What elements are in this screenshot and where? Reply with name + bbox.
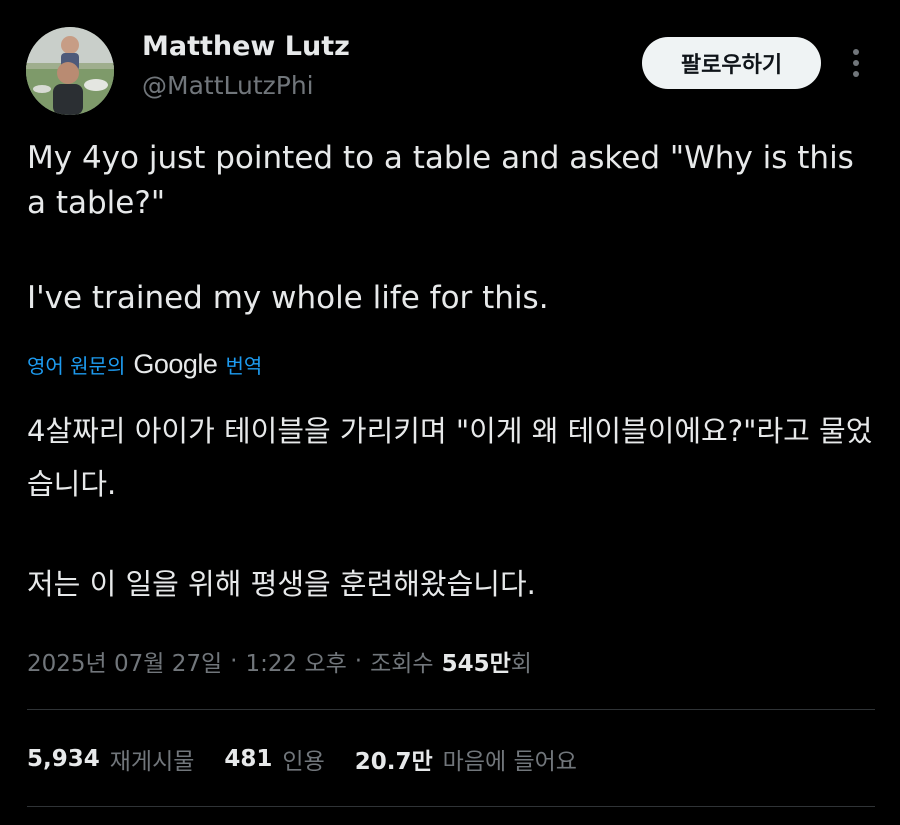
likes-count: 20.7만	[354, 749, 433, 775]
translated-paragraph: 4살짜리 아이가 테이블을 가리키며 "이게 왜 테이블이에요?"라고 물었습니…	[27, 414, 873, 501]
likes-label: 마음에 들어요	[442, 749, 577, 775]
reposts-label: 재게시물	[109, 749, 195, 775]
views-label: 조회수	[370, 651, 434, 677]
tweet-text-paragraph: My 4yo just pointed to a table and asked…	[27, 140, 854, 221]
views-count: 545만	[441, 651, 511, 677]
translated-text: 4살짜리 아이가 테이블을 가리키며 "이게 왜 테이블이에요?"라고 물었습니…	[27, 405, 877, 611]
translation-label[interactable]: 번역	[225, 350, 262, 379]
post-time[interactable]: 1:22 오후	[245, 644, 346, 678]
post-date[interactable]: 2025년 07월 27일	[27, 644, 222, 678]
meta-separator: ·	[354, 648, 363, 674]
translated-paragraph: 저는 이 일을 위해 평생을 훈련해왔습니다.	[27, 567, 536, 601]
quotes-count: 481	[224, 746, 273, 772]
more-vertical-icon	[853, 49, 859, 77]
likes-stat[interactable]: 20.7만 마음에 들어요	[355, 742, 577, 776]
divider	[27, 806, 875, 807]
tweet-meta: 2025년 07월 27일 · 1:22 오후 · 조회수 545만 회	[27, 642, 532, 680]
quotes-stat[interactable]: 481 인용	[224, 742, 324, 776]
follow-button[interactable]: 팔로우하기	[642, 37, 821, 89]
avatar-photo	[26, 27, 114, 115]
engagement-stats: 5,934 재게시물 481 인용 20.7만 마음에 들어요	[27, 739, 607, 779]
translation-attribution[interactable]: 영어 원문의 Google 번역	[27, 347, 262, 381]
translation-source-label[interactable]: 영어 원문의	[27, 350, 125, 379]
author-display-name[interactable]: Matthew Lutz	[142, 31, 350, 62]
quotes-label: 인용	[282, 749, 325, 775]
reposts-stat[interactable]: 5,934 재게시물	[27, 742, 194, 776]
meta-separator: ·	[230, 648, 238, 674]
reposts-count: 5,934	[27, 746, 100, 772]
views-suffix: 회	[510, 651, 532, 677]
google-logo: Google	[133, 348, 218, 379]
tweet-text-paragraph: I've trained my whole life for this.	[27, 280, 549, 316]
avatar[interactable]	[26, 27, 114, 115]
author-handle[interactable]: @MattLutzPhi	[142, 71, 314, 100]
more-button[interactable]	[840, 44, 872, 82]
divider	[27, 709, 875, 710]
tweet-text: My 4yo just pointed to a table and asked…	[27, 136, 877, 321]
